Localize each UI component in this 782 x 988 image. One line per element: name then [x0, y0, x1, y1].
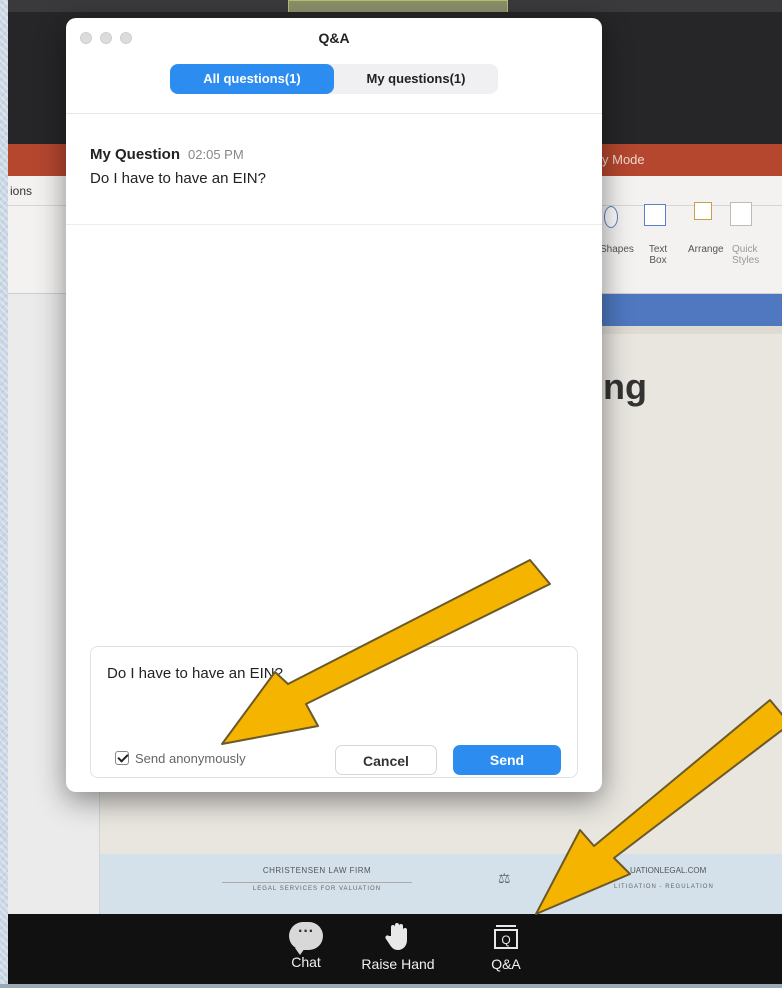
arrange-icon[interactable]: [694, 202, 712, 220]
chat-button[interactable]: ··· Chat: [268, 922, 344, 970]
qa-icon: Q: [494, 925, 518, 949]
question-item: My Question 02:05 PM: [90, 146, 244, 164]
view-mode-label: y Mode: [602, 152, 645, 167]
raise-hand-label: Raise Hand: [361, 956, 435, 972]
dialog-title: Q&A: [318, 30, 350, 46]
question-text: Do I have to have an EIN?: [90, 170, 266, 187]
divider: [66, 224, 602, 225]
footer-firm-tagline: LEGAL SERVICES FOR VALUATION: [222, 882, 412, 892]
question-input[interactable]: Do I have to have an EIN?: [107, 665, 283, 682]
quick-styles-label: Quick Styles: [732, 244, 760, 266]
chat-bubble-icon: ···: [289, 922, 323, 955]
qa-dialog: Q&A All questions(1) My questions(1) My …: [66, 18, 602, 792]
tab-my-questions[interactable]: My questions(1): [334, 64, 498, 94]
arrange-label: Arrange: [688, 244, 724, 255]
send-anonymously-label: Send anonymously: [135, 751, 246, 766]
meeting-toolbar: ··· Chat Raise Hand Q Q&A: [8, 914, 782, 988]
send-button[interactable]: Send: [453, 745, 561, 775]
slide-header-band: [598, 294, 782, 326]
raise-hand-button[interactable]: Raise Hand: [360, 922, 436, 972]
question-tabs: All questions(1) My questions(1): [170, 64, 498, 94]
question-author: My Question: [90, 146, 181, 163]
question-compose-box: Do I have to have an EIN? Send anonymous…: [90, 646, 578, 778]
chat-label: Chat: [291, 954, 321, 970]
shapes-icon[interactable]: [604, 206, 618, 228]
send-anonymously-checkbox[interactable]: Send anonymously: [115, 751, 246, 766]
ribbon-tab-partial[interactable]: ions: [10, 184, 32, 198]
raise-hand-icon: [385, 923, 407, 950]
dialog-header: Q&A All questions(1) My questions(1): [66, 18, 602, 114]
question-time: 02:05 PM: [188, 147, 244, 162]
qa-label: Q&A: [491, 956, 521, 972]
slide-heading-fragment: ng: [603, 366, 647, 407]
scales-logo-icon: ⚖: [498, 870, 511, 886]
cancel-button[interactable]: Cancel: [335, 745, 437, 775]
taskbar-strip: [0, 984, 782, 988]
qa-button[interactable]: Q Q&A: [468, 922, 544, 972]
svg-text:Q: Q: [501, 933, 510, 947]
text-box-label: Text Box: [648, 244, 668, 266]
footer-firm-name: CHRISTENSEN LAW FIRM: [262, 866, 372, 875]
tab-all-questions[interactable]: All questions(1): [170, 64, 334, 94]
footer-site-tagline: LITIGATION - REGULATION: [614, 884, 714, 890]
quick-styles-icon[interactable]: [730, 202, 752, 226]
footer-site: UATIONLEGAL.COM: [630, 866, 707, 875]
checkmark-icon: [115, 751, 129, 765]
text-box-icon[interactable]: [644, 204, 666, 226]
shapes-label: Shapes: [600, 244, 634, 255]
